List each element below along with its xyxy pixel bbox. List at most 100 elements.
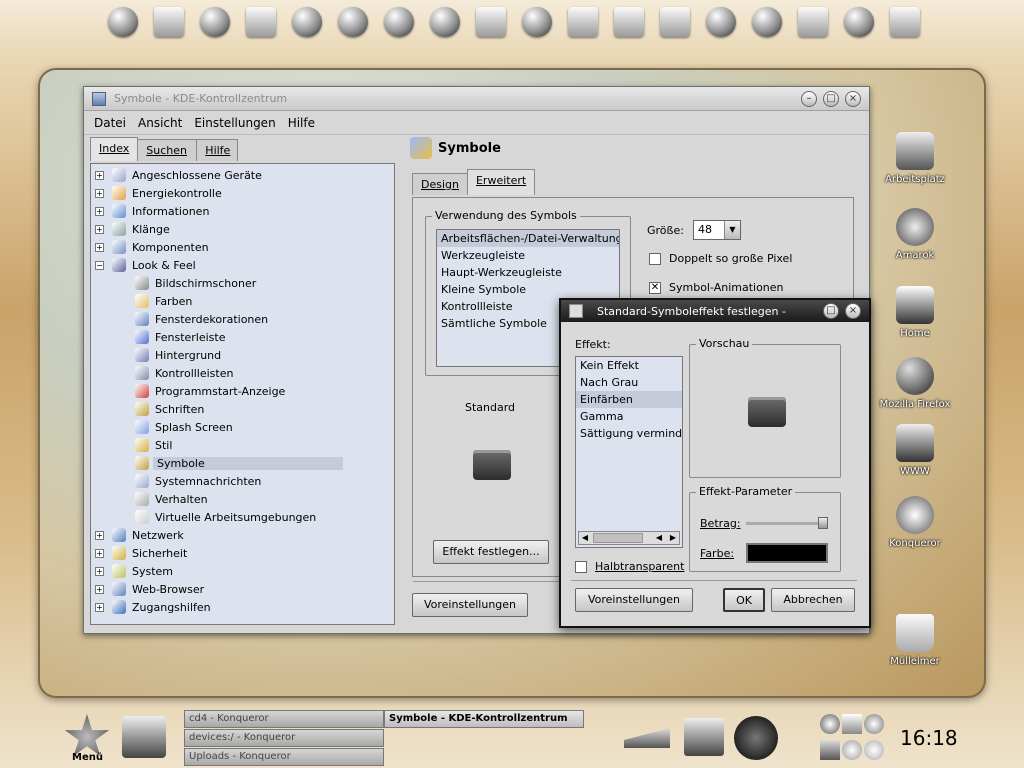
tree-item[interactable]: + Web-Browser xyxy=(95,580,390,598)
expand-icon[interactable]: + xyxy=(95,242,104,252)
defaults-button[interactable]: Voreinstellungen xyxy=(412,593,528,617)
expand-icon[interactable]: + xyxy=(95,224,104,234)
clock[interactable]: 16:18 xyxy=(900,726,958,750)
desktop-icon-home[interactable]: Home xyxy=(870,286,960,339)
double-pixel-checkbox[interactable]: Doppelt so große Pixel xyxy=(649,252,792,265)
task-uploads[interactable]: Uploads - Konqueror xyxy=(184,748,384,766)
window-app-icon[interactable] xyxy=(92,91,106,106)
menu-ansicht[interactable]: Ansicht xyxy=(132,116,188,130)
tree-item[interactable]: Hintergrund xyxy=(95,346,390,364)
magnifier-icon[interactable] xyxy=(836,0,882,44)
dialog-titlebar[interactable]: Standard-Symboleffekt festlegen - □ × xyxy=(561,300,869,322)
tree-item[interactable]: + Zugangshilfen xyxy=(95,598,390,616)
size-select[interactable]: 48 ▼ xyxy=(693,220,741,240)
tree-item[interactable]: + Energiekontrolle xyxy=(95,184,390,202)
expand-icon[interactable]: + xyxy=(95,170,104,180)
horizontal-scrollbar[interactable]: ◀ ◀ ▶ xyxy=(578,531,680,545)
task-kcc-active[interactable]: Symbole - KDE-Kontrollzentrum xyxy=(384,710,584,728)
expand-icon[interactable]: + xyxy=(95,584,104,594)
minimize-button[interactable]: – xyxy=(801,91,817,107)
clock-icon[interactable] xyxy=(514,0,560,44)
tab-suchen[interactable]: Suchen xyxy=(137,139,198,161)
collapse-icon[interactable]: − xyxy=(95,260,104,270)
maximize-button[interactable]: □ xyxy=(823,91,839,107)
list-item[interactable]: Gamma xyxy=(576,408,682,425)
tree-item[interactable]: Bildschirmschoner xyxy=(95,274,390,292)
tree-item[interactable]: Kontrollleisten xyxy=(95,364,390,382)
window-titlebar[interactable]: Symbole - KDE-Kontrollzentrum – □ × xyxy=(84,87,869,111)
tree-item[interactable]: Virtuelle Arbeitsumgebungen xyxy=(95,508,390,526)
close-button[interactable]: × xyxy=(845,91,861,107)
tree-item[interactable]: Fensterleiste xyxy=(95,328,390,346)
tree-item[interactable]: Systemnachrichten xyxy=(95,472,390,490)
tree-item[interactable]: + Komponenten xyxy=(95,238,390,256)
color-button[interactable] xyxy=(746,543,828,563)
expand-icon[interactable]: + xyxy=(95,530,104,540)
tree-item[interactable]: Farben xyxy=(95,292,390,310)
volume-icon[interactable] xyxy=(820,740,840,760)
kate-icon[interactable] xyxy=(146,0,192,44)
tree-item[interactable]: + Klänge xyxy=(95,220,390,238)
tab-hilfe[interactable]: Hilfe xyxy=(196,139,239,161)
dialog-defaults-button[interactable]: Voreinstellungen xyxy=(575,588,693,612)
ok-button[interactable]: OK xyxy=(723,588,765,612)
tree-item[interactable]: Programmstart-Anzeige xyxy=(95,382,390,400)
desktop-icon-konqueror[interactable]: Konqueror xyxy=(870,496,960,549)
rocket-icon[interactable] xyxy=(744,0,790,44)
screenshot-icon[interactable] xyxy=(882,0,928,44)
dialog-app-icon[interactable] xyxy=(569,304,583,318)
tree-item[interactable]: + Netzwerk xyxy=(95,526,390,544)
animation-checkbox[interactable]: ✕ Symbol-Animationen xyxy=(649,281,784,294)
list-item[interactable]: Werkzeugleiste xyxy=(437,247,619,264)
semitransparent-checkbox[interactable]: Halbtransparent xyxy=(575,560,684,573)
expand-icon[interactable]: + xyxy=(95,548,104,558)
menu-datei[interactable]: Datei xyxy=(88,116,132,130)
cancel-button[interactable]: Abbrechen xyxy=(771,588,855,612)
tree-item[interactable]: − Look & Feel xyxy=(95,256,390,274)
expand-icon[interactable]: + xyxy=(95,206,104,216)
firefox-icon[interactable] xyxy=(422,0,468,44)
task-devices[interactable]: devices:/ - Konqueror xyxy=(184,729,384,747)
satellite-icon[interactable] xyxy=(284,0,330,44)
list-item[interactable]: Kein Effekt xyxy=(576,357,682,374)
kword-icon[interactable] xyxy=(100,0,146,44)
calendar-bomb-icon[interactable] xyxy=(734,716,778,760)
desktop-icon-www[interactable]: WWW xyxy=(870,424,960,477)
tab-index[interactable]: Index xyxy=(90,137,139,161)
dialog-maximize-button[interactable]: □ xyxy=(823,303,839,319)
expand-icon[interactable]: + xyxy=(95,602,104,612)
network-icon[interactable] xyxy=(842,714,862,734)
network-folder-icon[interactable] xyxy=(652,0,698,44)
scanner-icon[interactable] xyxy=(606,0,652,44)
klipper-icon[interactable] xyxy=(820,714,840,734)
folder-icon[interactable] xyxy=(238,0,284,44)
tree-item[interactable]: + Angeschlossene Geräte xyxy=(95,166,390,184)
desktop-icon-arbeitsplatz[interactable]: Arbeitsplatz xyxy=(870,132,960,185)
desktop-icon-trash[interactable]: Mülleimer xyxy=(870,614,960,667)
tree-item[interactable]: + Informationen xyxy=(95,202,390,220)
list-item[interactable]: Arbeitsflächen-/Datei-Verwaltung xyxy=(437,230,619,247)
eraser-icon[interactable] xyxy=(790,0,836,44)
dialog-close-button[interactable]: × xyxy=(845,303,861,319)
tree-item[interactable]: Fensterdekorationen xyxy=(95,310,390,328)
printer-alt-icon[interactable] xyxy=(560,0,606,44)
list-item[interactable]: Sättigung verminde xyxy=(576,425,682,442)
alarm-clock-icon[interactable] xyxy=(864,740,884,760)
tab-design[interactable]: Design xyxy=(412,173,468,195)
trowel-icon[interactable] xyxy=(624,728,670,748)
scroll-right-icon[interactable]: ▶ xyxy=(667,532,679,544)
expand-icon[interactable]: + xyxy=(95,566,104,576)
desktop-edit-icon[interactable] xyxy=(122,716,166,758)
tree-item[interactable]: Stil xyxy=(95,436,390,454)
slider-handle[interactable] xyxy=(818,517,829,529)
tree-item[interactable]: Verhalten xyxy=(95,490,390,508)
robot-icon[interactable] xyxy=(330,0,376,44)
set-effect-button[interactable]: Effekt festlegen... xyxy=(433,540,549,564)
printer-icon[interactable] xyxy=(468,0,514,44)
fan-icon[interactable] xyxy=(842,740,862,760)
scroll-left-icon[interactable]: ◀ xyxy=(579,532,591,544)
tree-item[interactable]: Splash Screen xyxy=(95,418,390,436)
scroll-left-icon[interactable]: ◀ xyxy=(653,532,665,544)
tree-item[interactable]: Symbole xyxy=(95,454,390,472)
globe-icon[interactable] xyxy=(376,0,422,44)
